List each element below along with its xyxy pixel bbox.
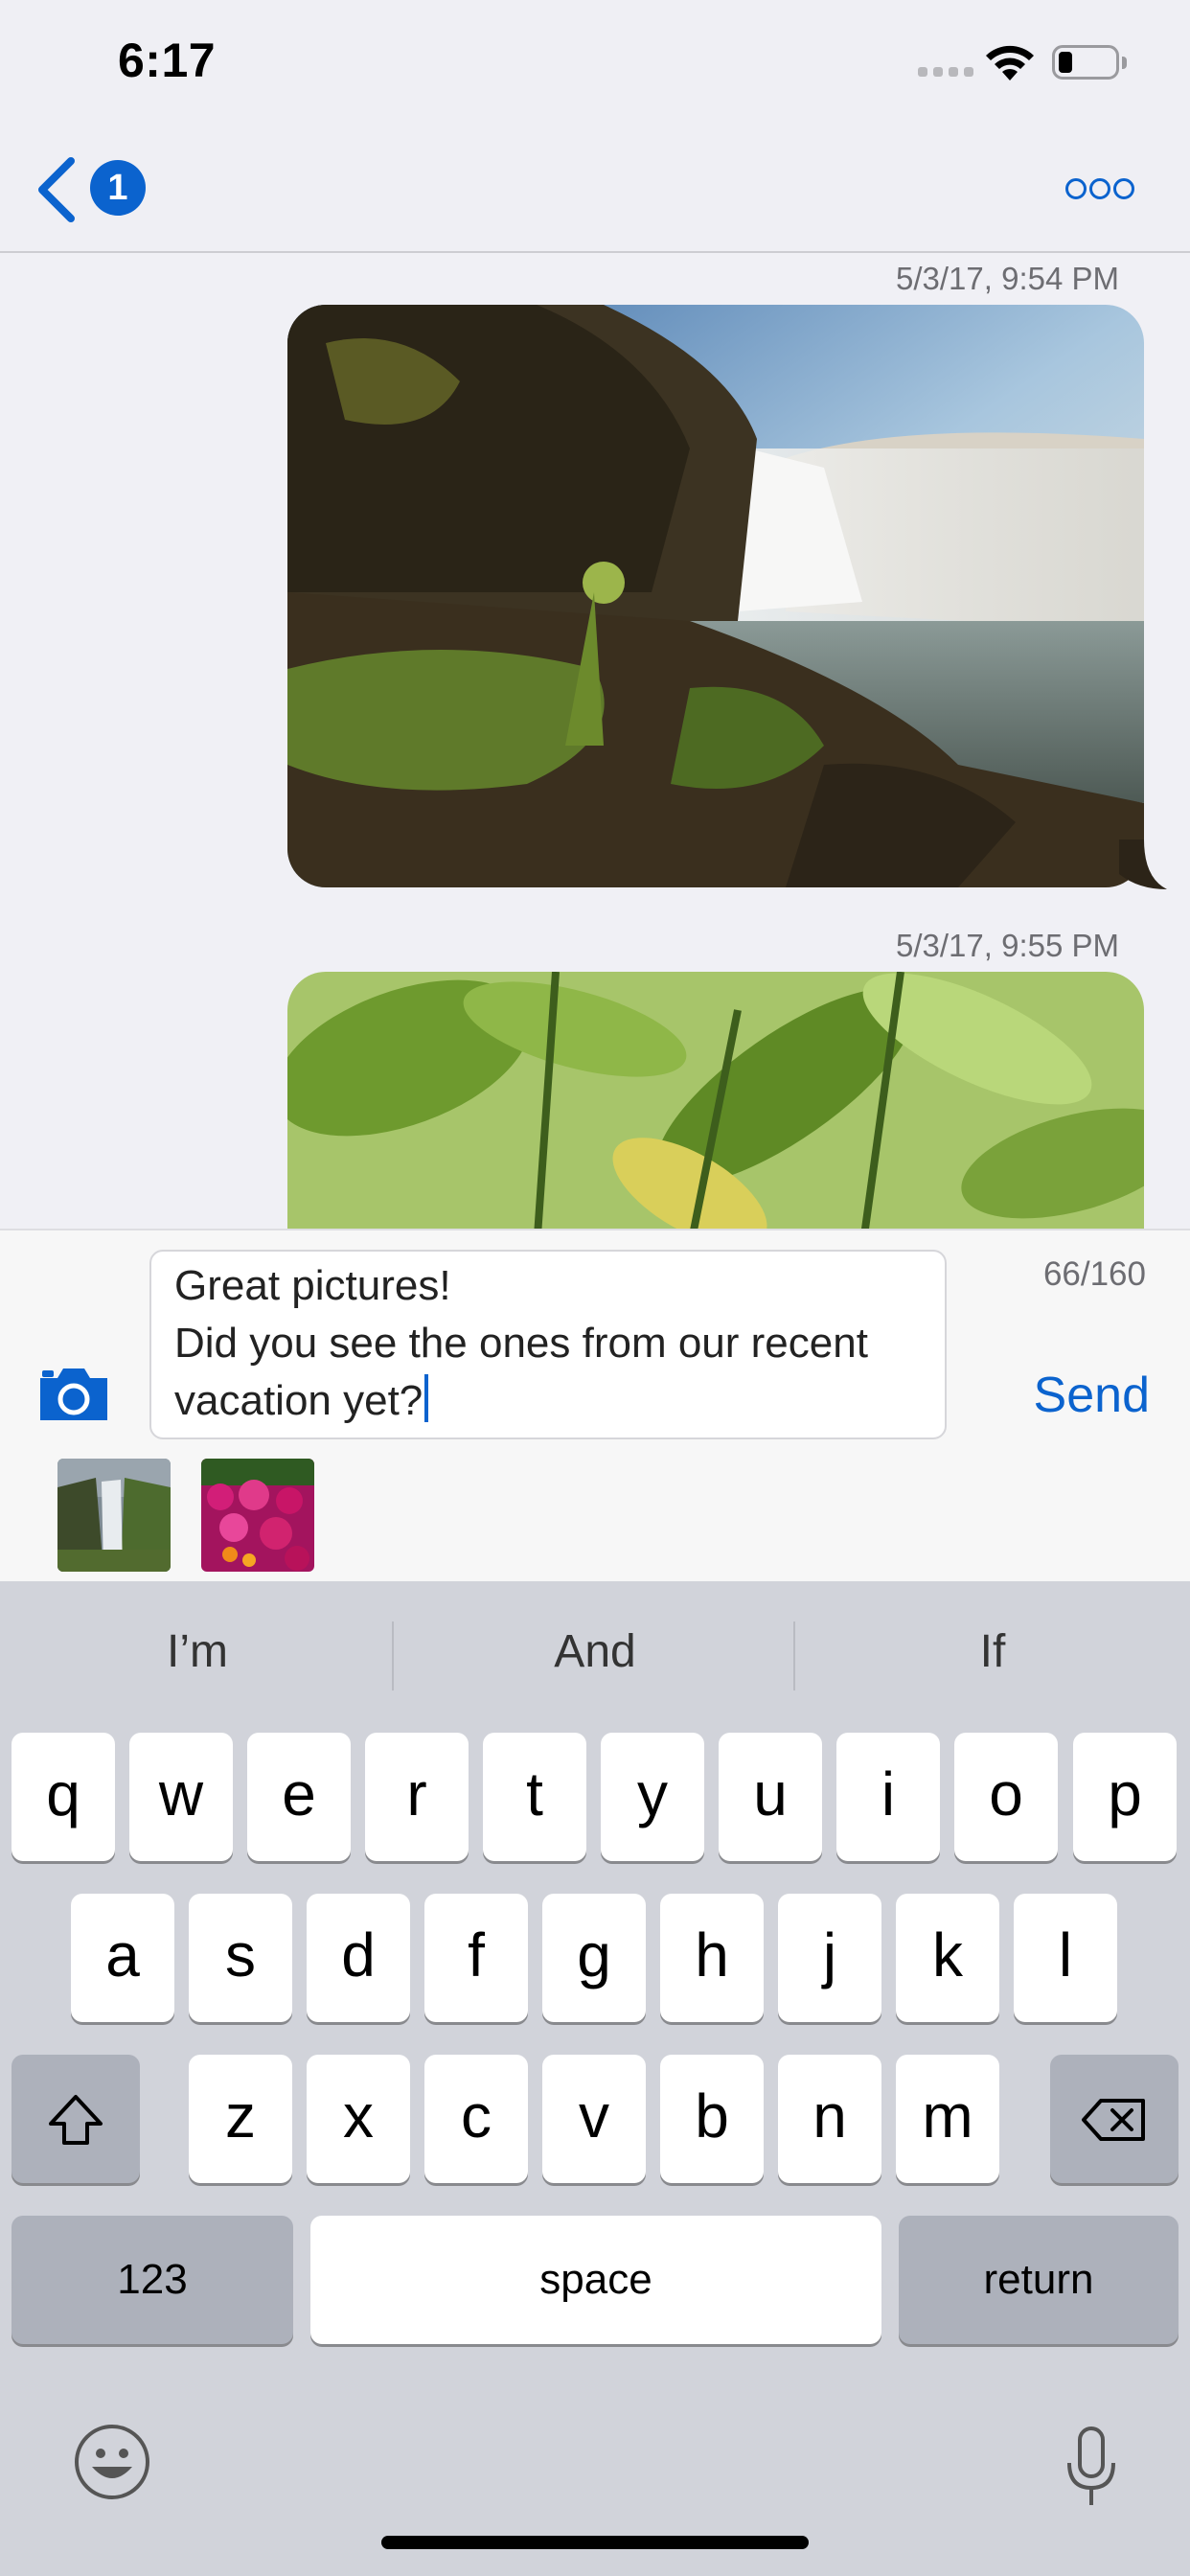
- key-v[interactable]: v: [542, 2055, 646, 2183]
- message-input[interactable]: Great pictures! Did you see the ones fro…: [149, 1250, 947, 1439]
- key-n[interactable]: n: [778, 2055, 881, 2183]
- more-icon[interactable]: [1065, 178, 1134, 199]
- suggestion-2[interactable]: And: [398, 1612, 792, 1692]
- delete-key[interactable]: [1050, 2055, 1179, 2183]
- key-q[interactable]: q: [11, 1733, 115, 1861]
- key-i[interactable]: i: [836, 1733, 940, 1861]
- key-l[interactable]: l: [1014, 1894, 1117, 2022]
- home-indicator[interactable]: [381, 2536, 809, 2549]
- key-h[interactable]: h: [660, 1894, 764, 2022]
- key-b[interactable]: b: [660, 2055, 764, 2183]
- key-s[interactable]: s: [189, 1894, 292, 2022]
- return-key[interactable]: return: [899, 2216, 1179, 2344]
- attachment-thumbnail-waterfall[interactable]: [57, 1459, 171, 1572]
- key-p[interactable]: p: [1073, 1733, 1177, 1861]
- wifi-icon: [983, 42, 1037, 82]
- signal-icon: [918, 67, 973, 79]
- key-k[interactable]: k: [896, 1894, 999, 2022]
- key-c[interactable]: c: [424, 2055, 528, 2183]
- key-o[interactable]: o: [954, 1733, 1058, 1861]
- numbers-key[interactable]: 123: [11, 2216, 293, 2344]
- character-counter: 66/160: [1042, 1255, 1146, 1293]
- unread-count-badge[interactable]: 1: [90, 160, 146, 216]
- emoji-icon[interactable]: [73, 2423, 151, 2501]
- text-caret: [424, 1374, 429, 1422]
- status-time: 6:17: [118, 34, 217, 87]
- key-j[interactable]: j: [778, 1894, 881, 2022]
- back-chevron-icon[interactable]: [34, 157, 77, 222]
- microphone-icon[interactable]: [1064, 2425, 1119, 2511]
- message-timestamp: 5/3/17, 9:54 PM: [896, 261, 1119, 296]
- navigation-bar: [0, 126, 1190, 253]
- key-u[interactable]: u: [719, 1733, 822, 1861]
- attachment-thumbnail-flowers[interactable]: [201, 1459, 314, 1572]
- space-key[interactable]: space: [310, 2216, 881, 2344]
- key-y[interactable]: y: [601, 1733, 704, 1861]
- key-x[interactable]: x: [307, 2055, 410, 2183]
- key-r[interactable]: r: [365, 1733, 469, 1861]
- shift-key[interactable]: [11, 2055, 140, 2183]
- key-m[interactable]: m: [896, 2055, 999, 2183]
- key-z[interactable]: z: [189, 2055, 292, 2183]
- suggestion-divider: [392, 1622, 394, 1690]
- key-e[interactable]: e: [247, 1733, 351, 1861]
- waterfall-photo-message[interactable]: [287, 305, 1144, 887]
- bubble-tail-icon: [1119, 840, 1167, 889]
- suggestion-1[interactable]: I’m: [0, 1612, 395, 1692]
- key-a[interactable]: a: [71, 1894, 174, 2022]
- leaves-photo-message[interactable]: [287, 972, 1144, 1229]
- key-f[interactable]: f: [424, 1894, 528, 2022]
- message-thread[interactable]: 5/3/17, 9:54 PM 5/3/17, 9:55 PM: [0, 253, 1190, 1229]
- suggestion-3[interactable]: If: [795, 1612, 1190, 1692]
- key-d[interactable]: d: [307, 1894, 410, 2022]
- key-g[interactable]: g: [542, 1894, 646, 2022]
- backspace-icon: [1082, 2099, 1145, 2141]
- key-w[interactable]: w: [129, 1733, 233, 1861]
- message-timestamp: 5/3/17, 9:55 PM: [896, 928, 1119, 963]
- key-t[interactable]: t: [483, 1733, 586, 1861]
- camera-icon[interactable]: [36, 1365, 111, 1424]
- message-input-text: Great pictures! Did you see the ones fro…: [174, 1262, 868, 1424]
- battery-icon: [1052, 45, 1129, 81]
- send-button[interactable]: Send: [996, 1367, 1150, 1424]
- shift-icon: [49, 2095, 103, 2145]
